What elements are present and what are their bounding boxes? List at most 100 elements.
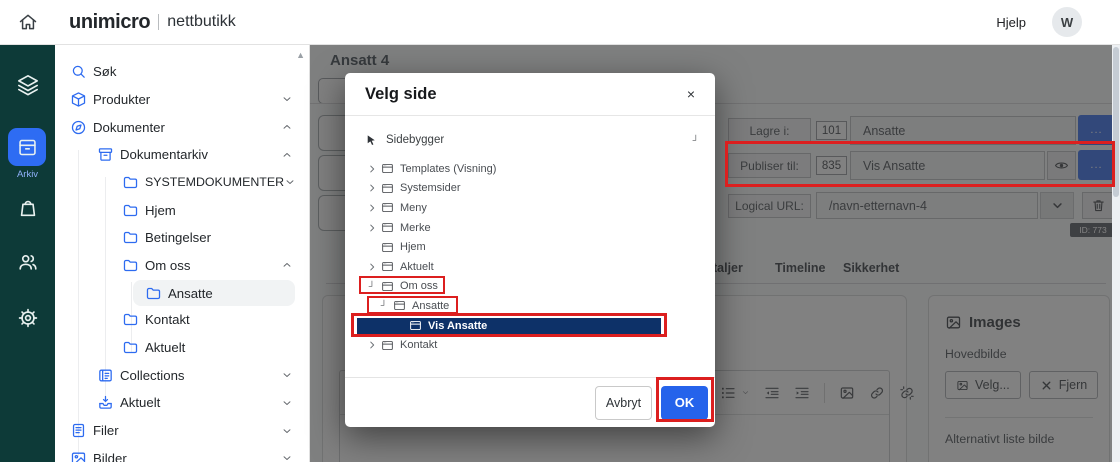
nav-item-label: Aktuelt bbox=[120, 395, 160, 410]
chevron-up-icon[interactable] bbox=[281, 149, 293, 161]
folder-icon bbox=[122, 202, 139, 219]
tree-item-templates[interactable]: Templates (Visning) bbox=[345, 159, 715, 179]
tree-item-om-oss[interactable]: ┘Om oss bbox=[345, 277, 715, 297]
velg-side-dialog: Velg side × Sidebygger ┘ Templates (Visn… bbox=[345, 73, 715, 427]
page-icon bbox=[381, 241, 394, 254]
nav-item-bilder[interactable]: Bilder bbox=[55, 444, 309, 462]
cancel-button[interactable]: Avbryt bbox=[595, 386, 652, 420]
nav-item-label: Hjem bbox=[145, 203, 176, 218]
files-icon bbox=[70, 422, 87, 439]
nav-item-label: Søk bbox=[93, 64, 116, 79]
chevron-down-icon[interactable] bbox=[281, 397, 293, 409]
page-scrollbar[interactable] bbox=[1112, 45, 1120, 462]
nav-item-produkter[interactable]: Produkter bbox=[55, 86, 309, 114]
chevron-right-icon[interactable] bbox=[367, 183, 377, 193]
nav-panel: ▲ Søk Produkter Dokumenter Dokumentarkiv… bbox=[55, 45, 310, 462]
nav-item-sok[interactable]: Søk bbox=[55, 58, 309, 86]
chevron-up-icon[interactable] bbox=[281, 259, 293, 271]
gear-icon[interactable] bbox=[17, 307, 39, 329]
search-icon bbox=[70, 63, 87, 80]
nav-item-ansatte-selected[interactable]: Ansatte bbox=[133, 280, 295, 306]
help-link[interactable]: Hjelp bbox=[996, 15, 1026, 30]
nav-item-collections[interactable]: Collections bbox=[55, 361, 309, 389]
compass-icon bbox=[70, 119, 87, 136]
tree-item-merke[interactable]: Merke bbox=[345, 218, 715, 238]
tree-item-kontakt[interactable]: Kontakt bbox=[345, 335, 715, 355]
image-icon bbox=[70, 450, 87, 462]
product-name: nettbutikk bbox=[167, 13, 235, 31]
rail-item-arkiv[interactable] bbox=[8, 128, 46, 166]
folder-icon bbox=[122, 311, 139, 328]
home-icon bbox=[18, 12, 38, 32]
nav-item-dokumenter[interactable]: Dokumenter bbox=[55, 113, 309, 141]
nav-item-label: Kontakt bbox=[145, 312, 190, 327]
collapse-icon[interactable]: ┘ bbox=[693, 136, 699, 145]
chevron-right-icon[interactable] bbox=[367, 262, 377, 272]
folder-icon bbox=[122, 339, 139, 356]
users-icon[interactable] bbox=[17, 251, 39, 273]
nav-item-label: SYSTEMDOKUMENTER bbox=[145, 175, 284, 189]
nav-item-om-oss[interactable]: Om oss bbox=[55, 251, 309, 279]
brand-divider bbox=[158, 14, 159, 30]
chevron-right-icon[interactable] bbox=[367, 164, 377, 174]
tree-item-label: Systemsider bbox=[400, 182, 461, 194]
app-window: unimicro nettbutikk Hjelp W Arkiv ▲ Søk … bbox=[0, 0, 1120, 462]
chevron-down-icon[interactable] bbox=[281, 425, 293, 437]
tree-item-ansatte[interactable]: ┘ Ansatte bbox=[345, 296, 715, 316]
collapse-icon[interactable]: ┘ bbox=[367, 282, 377, 291]
nav-item-label: Betingelser bbox=[145, 230, 211, 245]
chevron-up-icon[interactable] bbox=[281, 121, 293, 133]
chevron-right-icon[interactable] bbox=[367, 203, 377, 213]
chevron-down-icon[interactable] bbox=[281, 452, 293, 462]
tree-item-aktuelt[interactable]: Aktuelt bbox=[345, 257, 715, 277]
nav-item-label: Dokumenter bbox=[93, 120, 165, 135]
nav-item-label: Om oss bbox=[145, 258, 190, 273]
top-bar: unimicro nettbutikk Hjelp W bbox=[0, 0, 1120, 45]
tree-item-sidebygger[interactable]: Sidebygger ┘ bbox=[365, 130, 699, 150]
folder-icon bbox=[145, 285, 162, 302]
nav-item-label: Bilder bbox=[93, 451, 127, 462]
scrollbar-thumb[interactable] bbox=[1113, 47, 1119, 197]
nav-item-kontakt[interactable]: Kontakt bbox=[55, 306, 309, 334]
nav-item-label: Collections bbox=[120, 368, 185, 383]
nav-item-aktuelt[interactable]: Aktuelt bbox=[55, 334, 309, 362]
chevron-down-icon[interactable] bbox=[281, 369, 293, 381]
chevron-down-icon[interactable] bbox=[284, 176, 296, 188]
dialog-footer: Avbryt OK bbox=[345, 377, 715, 427]
close-icon[interactable]: × bbox=[687, 87, 695, 101]
nav-item-filer[interactable]: Filer bbox=[55, 417, 309, 445]
home-button[interactable] bbox=[0, 12, 55, 32]
page-icon bbox=[381, 162, 394, 175]
archive-icon bbox=[97, 146, 114, 163]
nav-item-label: Filer bbox=[93, 423, 119, 438]
avatar[interactable]: W bbox=[1052, 7, 1082, 37]
archive-icon bbox=[17, 137, 38, 158]
tree-item-systemsider[interactable]: Systemsider bbox=[345, 179, 715, 199]
tree-item-vis-ansatte-selected[interactable]: Vis Ansatte bbox=[357, 318, 661, 334]
tree-item-label: Aktuelt bbox=[400, 261, 434, 273]
page-tree: Templates (Visning) Systemsider Meny Mer… bbox=[345, 159, 715, 355]
page-icon bbox=[381, 182, 394, 195]
nav-item-systemdokumenter[interactable]: SYSTEMDOKUMENTER bbox=[55, 169, 309, 197]
chevron-right-icon[interactable] bbox=[367, 223, 377, 233]
tree-item-hjem[interactable]: Hjem bbox=[345, 237, 715, 257]
shopping-bag-icon[interactable] bbox=[17, 197, 39, 219]
tree-item-meny[interactable]: Meny bbox=[345, 198, 715, 218]
collapse-icon[interactable]: ┘ bbox=[379, 301, 389, 310]
tree-item-label: Sidebygger bbox=[386, 134, 444, 146]
nav-item-label: Aktuelt bbox=[145, 340, 185, 355]
inbox-icon bbox=[97, 394, 114, 411]
chevron-right-icon[interactable] bbox=[367, 340, 377, 350]
cursor-icon bbox=[365, 134, 378, 147]
layers-icon[interactable] bbox=[17, 74, 39, 96]
tree-item-label: Ansatte bbox=[412, 300, 449, 312]
page-icon bbox=[381, 221, 394, 234]
nav-item-dokumentarkiv[interactable]: Dokumentarkiv bbox=[55, 141, 309, 169]
ok-button[interactable]: OK bbox=[661, 386, 708, 420]
chevron-down-icon[interactable] bbox=[281, 93, 293, 105]
nav-item-betingelser[interactable]: Betingelser bbox=[55, 224, 309, 252]
nav-item-label: Produkter bbox=[93, 92, 150, 107]
nav-item-aktuelt-2[interactable]: Aktuelt bbox=[55, 389, 309, 417]
dialog-header: Velg side × bbox=[345, 73, 715, 116]
nav-item-hjem[interactable]: Hjem bbox=[55, 196, 309, 224]
